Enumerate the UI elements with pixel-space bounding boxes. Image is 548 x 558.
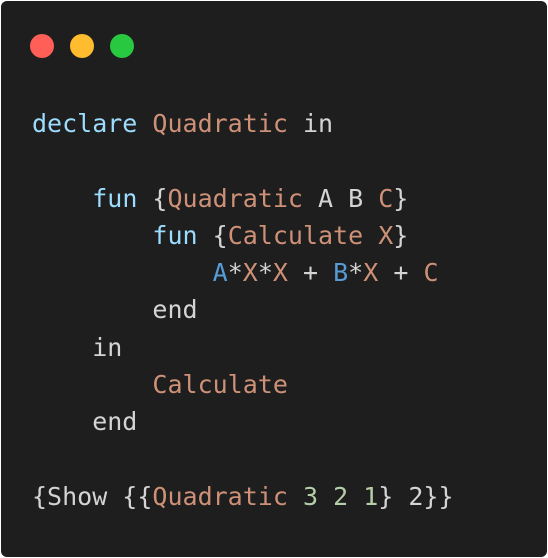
code-line: in xyxy=(32,329,454,366)
code-token-identifier: Calculate xyxy=(152,370,288,400)
code-token-default xyxy=(288,482,303,511)
code-token-default xyxy=(137,109,152,138)
code-token-default: } xyxy=(393,220,409,250)
code-token-identifier: X xyxy=(272,258,288,288)
code-token-keyword: fun xyxy=(92,183,138,213)
code-token-default: * xyxy=(257,258,273,288)
code-token-default: end xyxy=(32,295,198,325)
code-token-default: in xyxy=(32,332,123,362)
code-token-default: in xyxy=(287,109,334,138)
code-token-default: {Show {{ xyxy=(32,481,153,511)
code-token-default: * xyxy=(227,258,243,288)
code-block: declare Quadratic in fun {Quadratic A B … xyxy=(32,105,454,515)
code-token-keyword: fun xyxy=(152,220,198,250)
code-window: declare Quadratic in fun {Quadratic A B … xyxy=(1,1,547,557)
code-token-identifier: Quadratic xyxy=(152,109,288,138)
code-line: end xyxy=(32,403,454,440)
code-token-default: end xyxy=(32,407,138,437)
code-token-number: 3 xyxy=(302,481,319,511)
code-token-identifier: X xyxy=(378,220,394,250)
code-token-identifier: C xyxy=(423,258,439,288)
code-token-identifier: X xyxy=(363,258,379,288)
code-line: fun {Quadratic A B C} xyxy=(32,180,454,217)
maximize-window-icon[interactable] xyxy=(110,34,134,58)
code-token-default: A B xyxy=(302,183,379,213)
code-token-identifier: Quadratic xyxy=(167,183,303,213)
close-window-icon[interactable] xyxy=(30,34,54,58)
code-token-default: { xyxy=(197,220,228,250)
code-token-default xyxy=(348,482,363,511)
code-token-default xyxy=(32,370,152,399)
code-token-default xyxy=(32,221,152,250)
code-line: declare Quadratic in xyxy=(32,105,454,142)
code-token-default xyxy=(363,221,378,250)
code-token-number: 2 xyxy=(333,481,349,511)
code-token-variable: A xyxy=(212,258,228,288)
code-token-keyword: declare xyxy=(32,109,138,138)
code-token-default xyxy=(32,258,213,287)
code-token-default: + xyxy=(287,258,334,288)
code-token-default: { xyxy=(137,183,168,213)
code-token-variable: B xyxy=(333,258,349,288)
code-token-identifier: X xyxy=(242,258,258,288)
code-token-default: * xyxy=(348,258,364,288)
code-line: A*X*X + B*X + C xyxy=(32,254,454,291)
code-token-default: } 2}} xyxy=(378,481,454,511)
code-line: Calculate xyxy=(32,366,454,403)
code-token-identifier: Quadratic xyxy=(152,481,288,511)
code-token-default xyxy=(318,482,333,511)
code-line: {Show {{Quadratic 3 2 1} 2}} xyxy=(32,478,454,515)
code-line: fun {Calculate X} xyxy=(32,217,454,254)
code-line: end xyxy=(32,291,454,328)
code-token-default: } xyxy=(393,183,409,213)
code-token-default xyxy=(32,184,92,213)
minimize-window-icon[interactable] xyxy=(70,34,94,58)
code-token-identifier: Calculate xyxy=(227,220,364,250)
code-token-identifier: C xyxy=(378,183,394,213)
code-token-default: + xyxy=(378,258,424,288)
code-token-number: 1 xyxy=(363,481,379,511)
